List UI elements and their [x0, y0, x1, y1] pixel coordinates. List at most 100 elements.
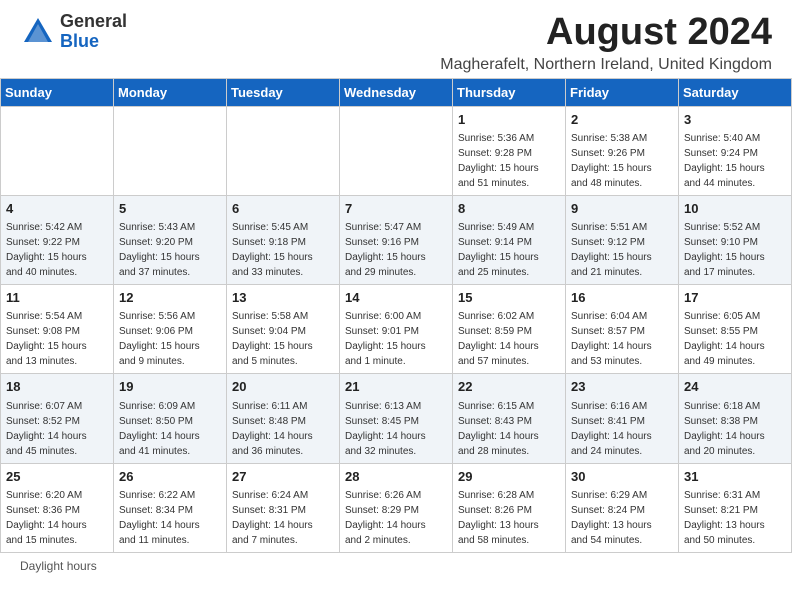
day-info: Sunrise: 5:58 AM Sunset: 9:04 PM Dayligh… — [232, 309, 334, 369]
day-number: 18 — [6, 378, 108, 396]
day-info: Sunrise: 6:00 AM Sunset: 9:01 PM Dayligh… — [345, 309, 447, 369]
day-info: Sunrise: 6:18 AM Sunset: 8:38 PM Dayligh… — [684, 399, 786, 459]
day-number: 2 — [571, 111, 673, 129]
month-title: August 2024 — [440, 12, 772, 54]
logo-blue-text: Blue — [60, 32, 127, 52]
logo-icon — [20, 14, 56, 50]
calendar-cell: 13 Sunrise: 5:58 AM Sunset: 9:04 PM Dayli… — [227, 285, 340, 374]
day-header-thursday: Thursday — [453, 78, 566, 106]
day-number: 14 — [345, 289, 447, 307]
calendar-cell — [340, 106, 453, 195]
calendar-cell: 15 Sunrise: 6:02 AM Sunset: 8:59 PM Dayli… — [453, 285, 566, 374]
daylight-label: Daylight hours — [20, 559, 97, 573]
day-number: 3 — [684, 111, 786, 129]
day-number: 13 — [232, 289, 334, 307]
page-header: General Blue August 2024 Magherafelt, No… — [0, 0, 792, 78]
day-number: 16 — [571, 289, 673, 307]
calendar-cell — [1, 106, 114, 195]
calendar-cell: 27Sunrise: 6:24 AM Sunset: 8:31 PM Dayli… — [227, 463, 340, 552]
calendar-cell: 23 Sunrise: 6:16 AM Sunset: 8:41 PM Dayli… — [566, 374, 679, 463]
day-number: 9 — [571, 200, 673, 218]
day-info: Sunrise: 5:51 AM Sunset: 9:12 PM Dayligh… — [571, 220, 673, 280]
day-number: 21 — [345, 378, 447, 396]
day-header-sunday: Sunday — [1, 78, 114, 106]
day-number: 20 — [232, 378, 334, 396]
day-info: Sunrise: 5:43 AM Sunset: 9:20 PM Dayligh… — [119, 220, 221, 280]
day-number: 6 — [232, 200, 334, 218]
calendar-table: SundayMondayTuesdayWednesdayThursdayFrid… — [0, 78, 792, 553]
calendar-cell — [227, 106, 340, 195]
calendar-cell: 25 Sunrise: 6:20 AM Sunset: 8:36 PM Dayli… — [1, 463, 114, 552]
calendar-cell: 21 Sunrise: 6:13 AM Sunset: 8:45 PM Dayli… — [340, 374, 453, 463]
day-number: 19 — [119, 378, 221, 396]
calendar-cell: 6 Sunrise: 5:45 AM Sunset: 9:18 PM Daylig… — [227, 195, 340, 284]
day-info: Sunrise: 6:11 AM Sunset: 8:48 PM Dayligh… — [232, 399, 334, 459]
title-area: August 2024 Magherafelt, Northern Irelan… — [440, 12, 772, 74]
day-number: 5 — [119, 200, 221, 218]
logo-general-text: General — [60, 12, 127, 32]
day-number: 17 — [684, 289, 786, 307]
day-number: 26 — [119, 468, 221, 486]
day-number: 11 — [6, 289, 108, 307]
day-info: Sunrise: 6:13 AM Sunset: 8:45 PM Dayligh… — [345, 399, 447, 459]
day-number: 22 — [458, 378, 560, 396]
day-number: 31 — [684, 468, 786, 486]
day-number: 15 — [458, 289, 560, 307]
day-info: Sunrise: 5:45 AM Sunset: 9:18 PM Dayligh… — [232, 220, 334, 280]
day-number: 1 — [458, 111, 560, 129]
day-number: 4 — [6, 200, 108, 218]
day-info: Sunrise: 6:22 AM Sunset: 8:34 PM Dayligh… — [119, 488, 221, 548]
day-info: Sunrise: 5:54 AM Sunset: 9:08 PM Dayligh… — [6, 309, 108, 369]
calendar-cell: 5 Sunrise: 5:43 AM Sunset: 9:20 PM Daylig… — [114, 195, 227, 284]
day-number: 27 — [232, 468, 334, 486]
calendar-cell: 10Sunrise: 5:52 AM Sunset: 9:10 PM Dayli… — [679, 195, 792, 284]
day-info: Sunrise: 5:36 AM Sunset: 9:28 PM Dayligh… — [458, 131, 560, 191]
calendar-cell: 22 Sunrise: 6:15 AM Sunset: 8:43 PM Dayli… — [453, 374, 566, 463]
location-subtitle: Magherafelt, Northern Ireland, United Ki… — [440, 56, 772, 74]
day-number: 7 — [345, 200, 447, 218]
calendar-cell: 17 Sunrise: 6:05 AM Sunset: 8:55 PM Dayli… — [679, 285, 792, 374]
calendar-cell: 4 Sunrise: 5:42 AM Sunset: 9:22 PM Daylig… — [1, 195, 114, 284]
day-number: 28 — [345, 468, 447, 486]
day-header-friday: Friday — [566, 78, 679, 106]
calendar-cell: 2 Sunrise: 5:38 AM Sunset: 9:26 PM Daylig… — [566, 106, 679, 195]
day-info: Sunrise: 6:07 AM Sunset: 8:52 PM Dayligh… — [6, 399, 108, 459]
day-number: 10 — [684, 200, 786, 218]
calendar-cell: 20 Sunrise: 6:11 AM Sunset: 8:48 PM Dayli… — [227, 374, 340, 463]
calendar-cell — [114, 106, 227, 195]
calendar-cell: 1 Sunrise: 5:36 AM Sunset: 9:28 PM Daylig… — [453, 106, 566, 195]
day-info: Sunrise: 6:05 AM Sunset: 8:55 PM Dayligh… — [684, 309, 786, 369]
day-info: Sunrise: 6:02 AM Sunset: 8:59 PM Dayligh… — [458, 309, 560, 369]
day-info: Sunrise: 6:31 AM Sunset: 8:21 PM Dayligh… — [684, 488, 786, 548]
day-info: Sunrise: 5:42 AM Sunset: 9:22 PM Dayligh… — [6, 220, 108, 280]
day-number: 8 — [458, 200, 560, 218]
calendar-cell: 26 Sunrise: 6:22 AM Sunset: 8:34 PM Dayli… — [114, 463, 227, 552]
calendar-cell: 24 Sunrise: 6:18 AM Sunset: 8:38 PM Dayli… — [679, 374, 792, 463]
day-info: Sunrise: 5:49 AM Sunset: 9:14 PM Dayligh… — [458, 220, 560, 280]
day-info: Sunrise: 6:16 AM Sunset: 8:41 PM Dayligh… — [571, 399, 673, 459]
day-info: Sunrise: 5:56 AM Sunset: 9:06 PM Dayligh… — [119, 309, 221, 369]
day-number: 30 — [571, 468, 673, 486]
day-info: Sunrise: 6:09 AM Sunset: 8:50 PM Dayligh… — [119, 399, 221, 459]
day-number: 23 — [571, 378, 673, 396]
calendar-cell: 7 Sunrise: 5:47 AM Sunset: 9:16 PM Daylig… — [340, 195, 453, 284]
day-info: Sunrise: 6:20 AM Sunset: 8:36 PM Dayligh… — [6, 488, 108, 548]
day-info: Sunrise: 5:47 AM Sunset: 9:16 PM Dayligh… — [345, 220, 447, 280]
day-number: 24 — [684, 378, 786, 396]
calendar-cell: 14 Sunrise: 6:00 AM Sunset: 9:01 PM Dayli… — [340, 285, 453, 374]
day-info: Sunrise: 5:40 AM Sunset: 9:24 PM Dayligh… — [684, 131, 786, 191]
calendar-cell: 3 Sunrise: 5:40 AM Sunset: 9:24 PM Daylig… — [679, 106, 792, 195]
calendar-cell: 30Sunrise: 6:29 AM Sunset: 8:24 PM Dayli… — [566, 463, 679, 552]
day-header-wednesday: Wednesday — [340, 78, 453, 106]
day-number: 12 — [119, 289, 221, 307]
day-number: 25 — [6, 468, 108, 486]
calendar-cell: 31 Sunrise: 6:31 AM Sunset: 8:21 PM Dayli… — [679, 463, 792, 552]
calendar-cell: 8 Sunrise: 5:49 AM Sunset: 9:14 PM Daylig… — [453, 195, 566, 284]
calendar-cell: 11 Sunrise: 5:54 AM Sunset: 9:08 PM Dayli… — [1, 285, 114, 374]
day-info: Sunrise: 6:15 AM Sunset: 8:43 PM Dayligh… — [458, 399, 560, 459]
day-info: Sunrise: 5:38 AM Sunset: 9:26 PM Dayligh… — [571, 131, 673, 191]
day-header-monday: Monday — [114, 78, 227, 106]
day-info: Sunrise: 6:26 AM Sunset: 8:29 PM Dayligh… — [345, 488, 447, 548]
day-header-tuesday: Tuesday — [227, 78, 340, 106]
calendar-cell: 9 Sunrise: 5:51 AM Sunset: 9:12 PM Daylig… — [566, 195, 679, 284]
